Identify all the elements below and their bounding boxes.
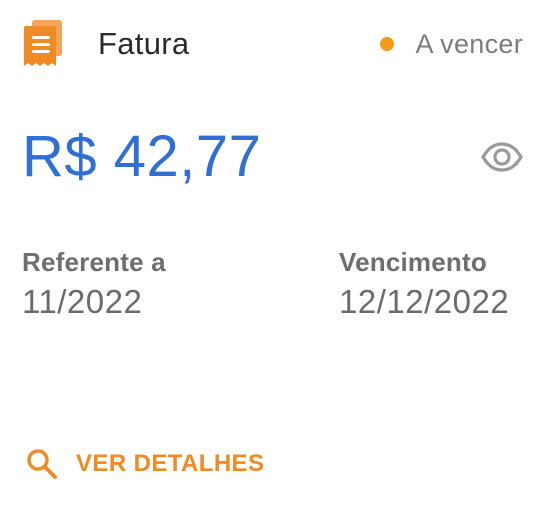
reference-value: 11/2022	[22, 283, 143, 320]
view-details-label: VER DETALHES	[76, 450, 265, 477]
invoice-card: Fatura A vencer R$ 42,77 Referente a 11/…	[0, 0, 545, 507]
reference-label: Referente a	[22, 247, 166, 277]
invoice-header: Fatura A vencer	[24, 20, 523, 68]
due-date-label: Vencimento	[339, 247, 487, 277]
search-icon	[26, 448, 58, 480]
amount-row: R$ 42,77	[22, 122, 523, 192]
status-indicator: A vencer	[379, 28, 523, 60]
view-details-button[interactable]: VER DETALHES	[26, 448, 264, 480]
due-date-block: Vencimento 12/12/2022	[339, 246, 509, 322]
status-label: A vencer	[415, 28, 523, 59]
invoice-amount: R$ 42,77	[22, 124, 262, 189]
receipt-icon	[24, 20, 64, 68]
due-date-value: 12/12/2022	[339, 283, 510, 320]
invoice-title: Fatura	[98, 26, 190, 61]
status-dot	[379, 37, 394, 51]
eye-icon[interactable]	[481, 142, 523, 172]
reference-block: Referente a 11/2022	[22, 246, 166, 322]
